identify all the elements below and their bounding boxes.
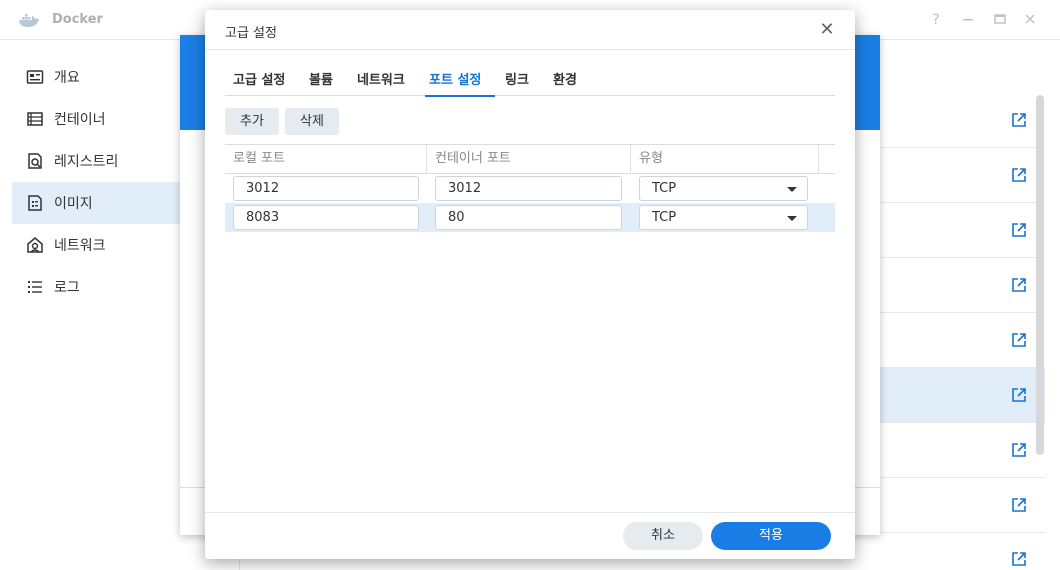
app-title: Docker — [52, 12, 103, 27]
tab-port-settings[interactable]: 포트 설정 — [429, 69, 481, 88]
sidebar-item-label: 레지스트리 — [54, 154, 119, 170]
open-external-icon[interactable] — [1011, 387, 1027, 403]
chevron-down-icon — [787, 187, 797, 192]
protocol-select[interactable]: TCP — [639, 176, 808, 201]
sidebar-item-label: 개요 — [54, 70, 80, 86]
local-port-input[interactable]: 3012 — [233, 176, 419, 201]
sidebar-item-label: 네트워크 — [54, 238, 106, 254]
local-port-input[interactable]: 8083 — [233, 205, 419, 230]
cancel-button[interactable]: 취소 — [623, 522, 703, 550]
dialog-tabs: 고급 설정 볼륨 네트워크 포트 설정 링크 환경 — [225, 60, 835, 97]
maximize-icon[interactable] — [992, 12, 1008, 28]
container-port-input[interactable]: 80 — [435, 205, 622, 230]
column-header-type[interactable]: 유형 — [631, 145, 819, 173]
close-window-icon[interactable] — [1022, 12, 1038, 28]
image-icon — [28, 195, 42, 211]
add-button[interactable]: 추가 — [225, 108, 279, 135]
protocol-select[interactable]: TCP — [639, 205, 808, 230]
overview-icon — [26, 70, 44, 84]
sidebar-item-label: 컨테이너 — [54, 112, 106, 128]
open-external-icon[interactable] — [1011, 112, 1027, 128]
tab-network[interactable]: 네트워크 — [357, 69, 405, 88]
sidebar-item-label: 로그 — [54, 280, 80, 296]
sidebar-item-label: 이미지 — [54, 196, 93, 212]
active-tab-indicator — [425, 95, 495, 97]
delete-button[interactable]: 삭제 — [285, 108, 339, 135]
log-icon — [28, 281, 42, 293]
chevron-down-icon — [787, 216, 797, 221]
dialog-footer-divider — [205, 512, 855, 513]
dialog-header-divider — [205, 49, 855, 50]
advanced-settings-dialog: 고급 설정 ✕ 고급 설정 볼륨 네트워크 포트 설정 링크 환경 추가 삭제 … — [205, 10, 855, 559]
tab-environment[interactable]: 환경 — [553, 69, 577, 88]
docker-logo-icon — [19, 14, 39, 27]
open-external-icon[interactable] — [1011, 222, 1027, 238]
tab-advanced[interactable]: 고급 설정 — [233, 69, 285, 88]
container-icon — [27, 112, 43, 126]
dialog-title: 고급 설정 — [225, 26, 277, 41]
open-external-icon[interactable] — [1011, 551, 1027, 567]
open-external-icon[interactable] — [1011, 332, 1027, 348]
open-external-icon[interactable] — [1011, 277, 1027, 293]
tab-link[interactable]: 링크 — [505, 69, 529, 88]
table-row[interactable]: 3012 3012 TCP — [225, 174, 835, 203]
open-external-icon[interactable] — [1011, 167, 1027, 183]
minimize-icon[interactable] — [960, 12, 976, 28]
protocol-select-value: TCP — [652, 210, 677, 225]
grid-header: 로컬 포트 컨테이너 포트 유형 — [225, 144, 835, 174]
protocol-select-value: TCP — [652, 181, 677, 196]
column-header-local-port[interactable]: 로컬 포트 — [225, 145, 427, 173]
open-external-icon[interactable] — [1011, 497, 1027, 513]
list-scrollbar[interactable] — [1036, 95, 1044, 455]
registry-icon — [28, 153, 42, 169]
apply-button[interactable]: 적용 — [711, 522, 831, 550]
help-icon[interactable]: ? — [928, 12, 944, 28]
open-external-icon[interactable] — [1011, 442, 1027, 458]
network-icon — [27, 237, 43, 253]
column-header-container-port[interactable]: 컨테이너 포트 — [427, 145, 631, 173]
tab-volume[interactable]: 볼륨 — [309, 69, 333, 88]
close-icon[interactable]: ✕ — [817, 20, 837, 40]
container-port-input[interactable]: 3012 — [435, 176, 622, 201]
table-row[interactable]: 8083 80 TCP — [225, 203, 835, 232]
